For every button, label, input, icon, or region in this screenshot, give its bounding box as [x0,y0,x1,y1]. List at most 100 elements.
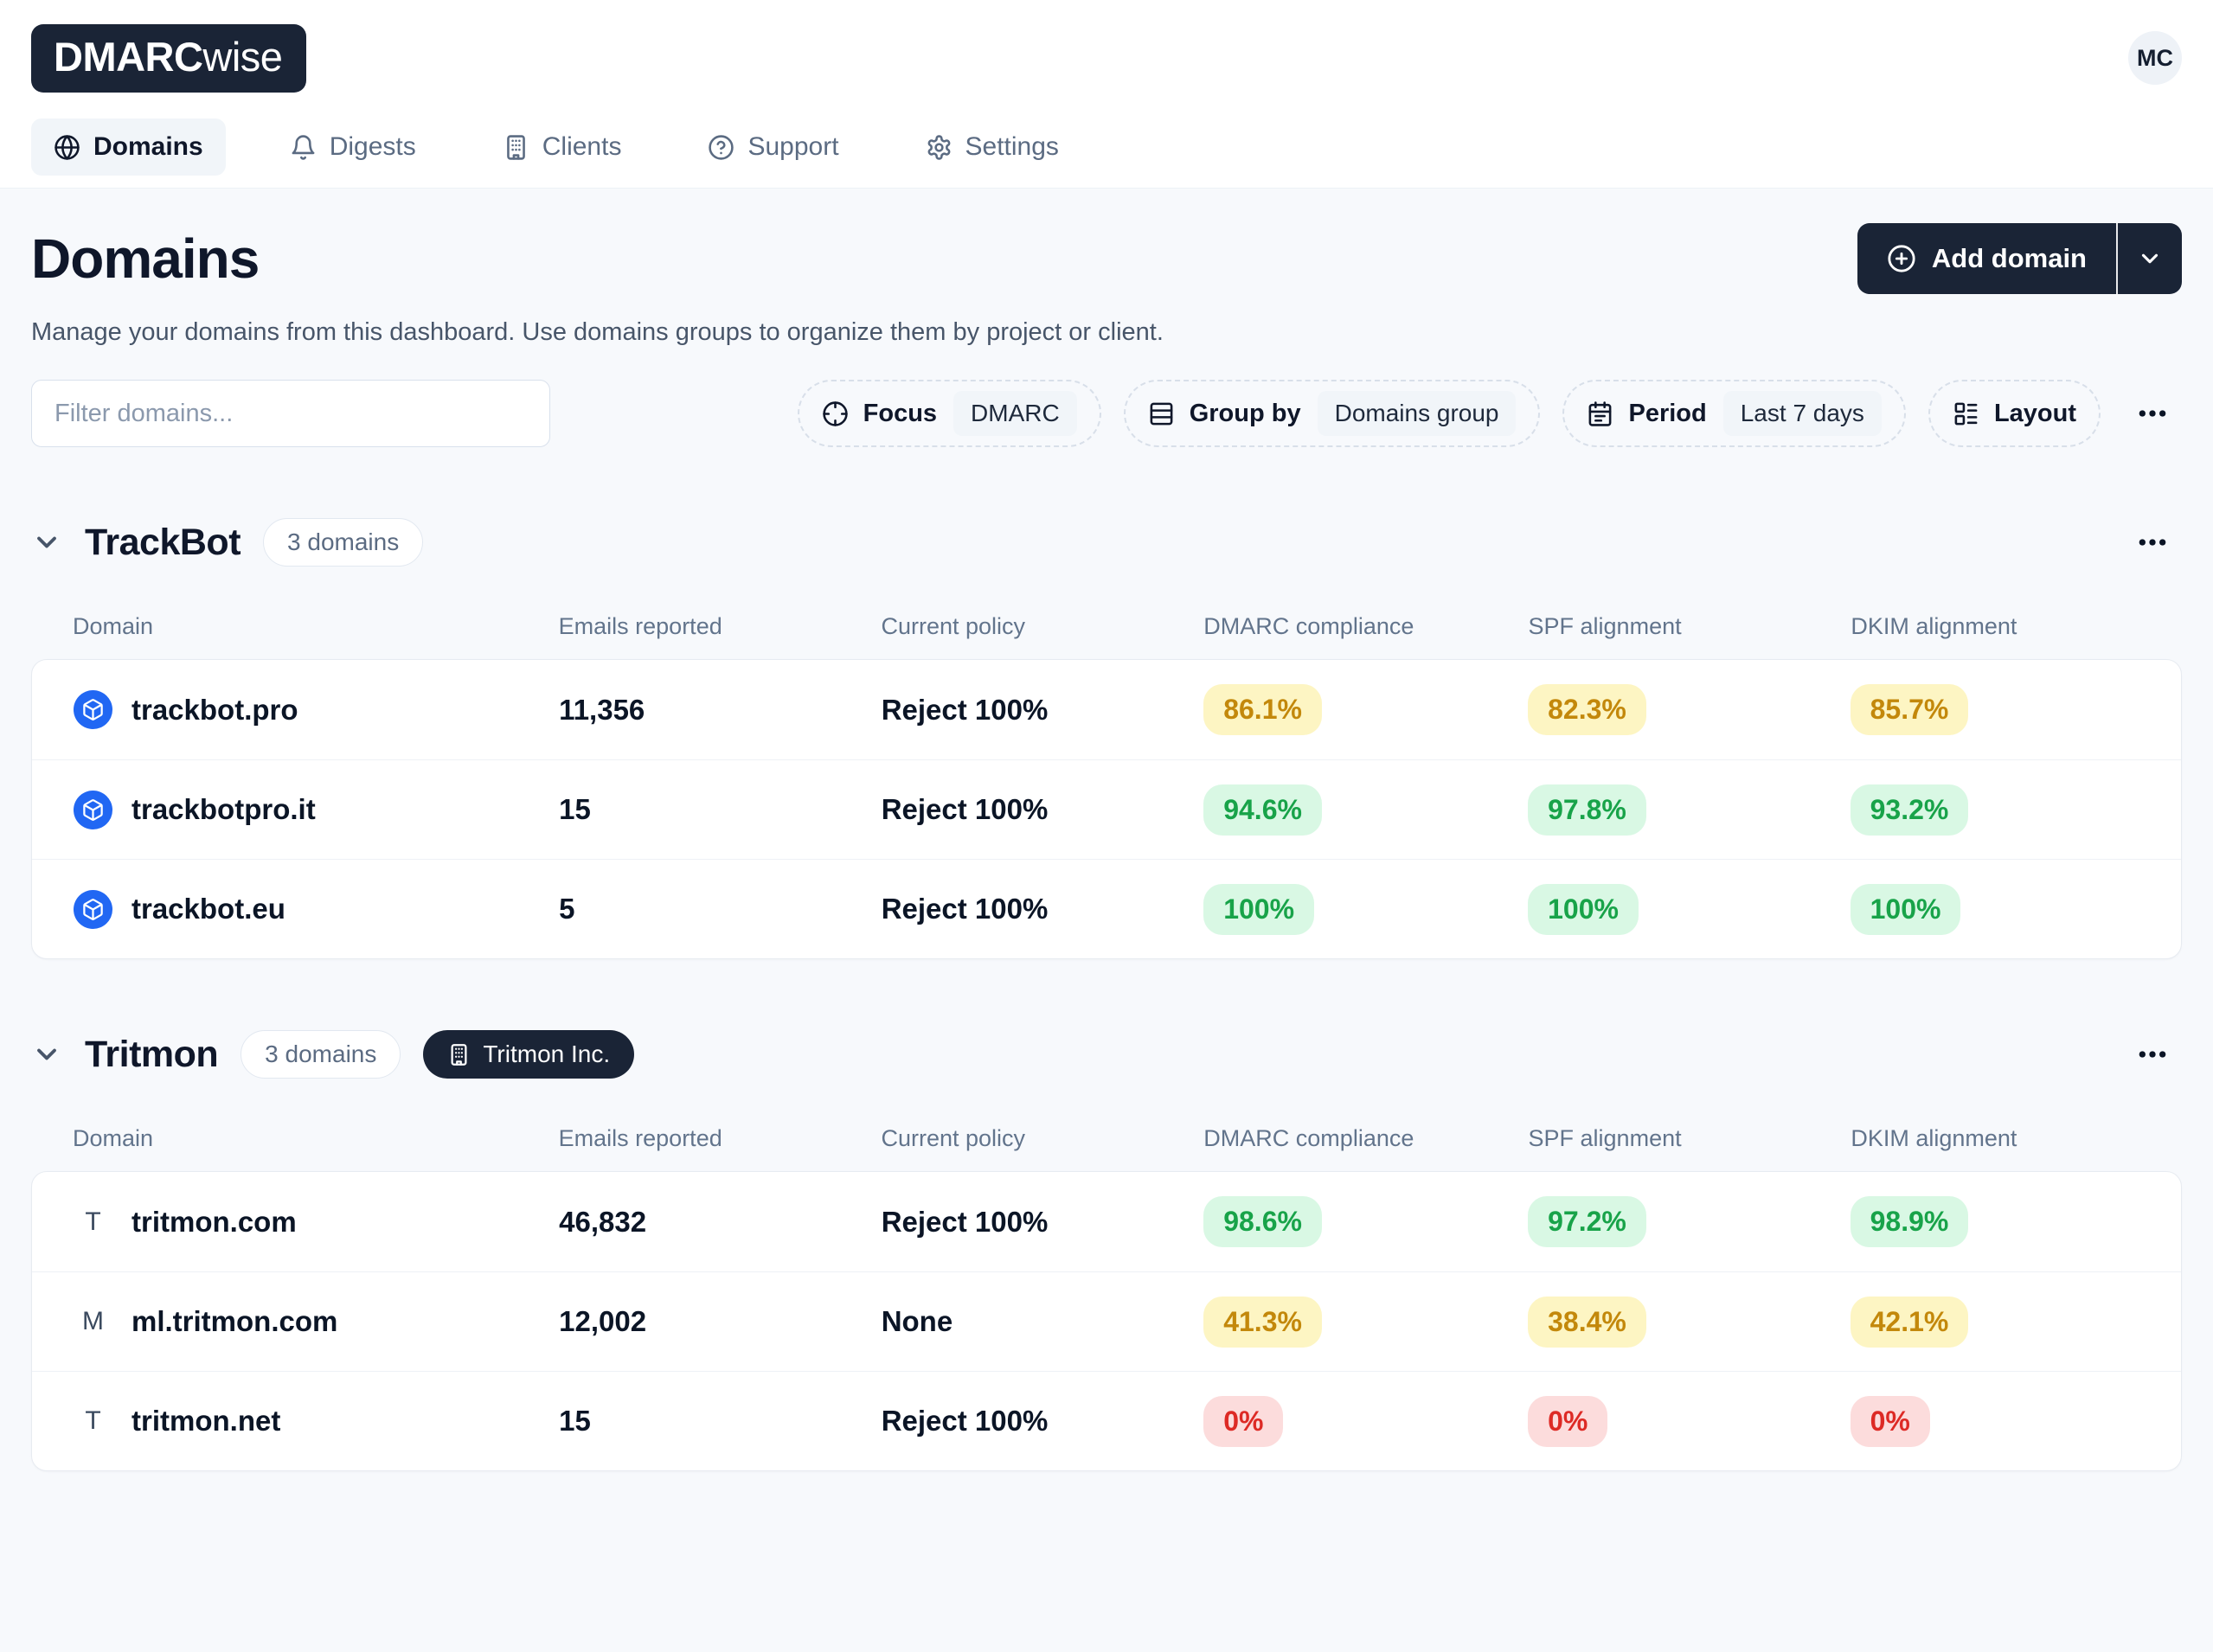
nav-label: Support [747,132,838,162]
column-header-spf: SPF alignment [1529,613,1851,640]
emails-cell: 15 [559,793,882,826]
column-header-emails: Emails reported [559,613,882,640]
toolbar-more-button[interactable] [2123,384,2182,443]
emails-cell: 15 [559,1405,882,1437]
group-by-value: Domains group [1318,391,1517,436]
nav-item-domains[interactable]: Domains [31,118,226,176]
package-icon [81,798,105,822]
spf-badge: 100% [1528,884,1639,935]
dmarc-badge: 94.6% [1203,784,1322,836]
group-count-label: 3 domains [265,1041,376,1067]
nav-label: Settings [965,132,1059,162]
add-domain-label: Add domain [1932,243,2087,274]
dkim-badge: 85.7% [1851,684,1969,735]
domain-label: trackbot.eu [131,893,285,925]
table-row[interactable]: T tritmon.com 46,832 Reject 100% 98.6% 9… [32,1172,2181,1271]
policy-cell: Reject 100% [882,793,1204,826]
add-domain-split-button: Add domain [1857,223,2182,294]
table-header-row: Domain Emails reported Current policy DM… [31,1125,2182,1152]
brand-light: wise [202,33,282,80]
table-header-row: Domain Emails reported Current policy DM… [31,613,2182,640]
group-more-button[interactable] [2123,1025,2182,1084]
group-name: Tritmon [85,1034,218,1076]
table-row[interactable]: M ml.tritmon.com 12,002 None 41.3% 38.4%… [32,1271,2181,1371]
column-header-dmarc: DMARC compliance [1203,1125,1528,1152]
top-bar: DMARCwise MC Domains Digests Clients Sup… [0,0,2213,189]
main-content: Domains Add domain Manage your domains f… [0,189,2213,1471]
building-icon [503,134,529,161]
domain-cell: T tritmon.net [74,1405,559,1437]
dmarc-badge: 100% [1203,884,1314,935]
domain-group: TrackBot 3 domains Domain Emails reporte… [31,513,2182,959]
spf-badge: 0% [1528,1396,1607,1447]
domain-cell: M ml.tritmon.com [74,1305,559,1338]
ellipsis-icon [2135,396,2170,431]
focus-filter-button[interactable]: Focus DMARC [798,380,1101,447]
package-icon [81,898,105,921]
main-nav: Domains Digests Clients Support Settings [31,118,2182,188]
column-header-spf: SPF alignment [1529,1125,1851,1152]
dmarc-badge: 41.3% [1203,1297,1322,1348]
toolbar: Focus DMARC Group by Domains group Perio… [31,380,2182,447]
group-collapse-chevron-icon[interactable] [31,1039,62,1070]
domain-label: ml.tritmon.com [131,1305,337,1338]
table-body: T tritmon.com 46,832 Reject 100% 98.6% 9… [31,1171,2182,1471]
column-header-emails: Emails reported [559,1125,882,1152]
nav-item-clients[interactable]: Clients [480,118,645,176]
spf-badge: 97.2% [1528,1196,1646,1247]
column-header-policy: Current policy [881,613,1203,640]
dmarc-badge: 98.6% [1203,1196,1322,1247]
period-filter-button[interactable]: Period Last 7 days [1562,380,1905,447]
table-row[interactable]: T tritmon.net 15 Reject 100% 0% 0% 0% [32,1371,2181,1470]
add-domain-menu-button[interactable] [2116,223,2182,294]
ellipsis-icon [2135,1037,2170,1072]
page-subtitle: Manage your domains from this dashboard.… [31,318,2182,347]
nav-item-digests[interactable]: Digests [267,118,439,176]
policy-cell: Reject 100% [882,893,1204,925]
group-name: TrackBot [85,522,241,564]
brand-logo: DMARCwise [31,24,306,93]
rows-icon [1148,400,1175,427]
period-value: Last 7 days [1723,391,1882,436]
domain-group: Tritmon 3 domains Tritmon Inc. Domain Em… [31,1025,2182,1471]
gear-icon [926,134,953,161]
table-row[interactable]: trackbotpro.it 15 Reject 100% 94.6% 97.8… [32,759,2181,859]
domain-cell: trackbot.pro [74,690,559,729]
table-row[interactable]: trackbot.eu 5 Reject 100% 100% 100% 100% [32,859,2181,958]
domain-cell: trackbotpro.it [74,791,559,829]
domain-favicon [74,890,112,929]
group-more-button[interactable] [2123,513,2182,572]
layout-label: Layout [1994,400,2076,428]
help-circle-icon [708,134,734,161]
chevron-down-icon [2137,246,2163,272]
group-count-badge: 3 domains [241,1030,401,1079]
domain-label: trackbotpro.it [131,793,316,826]
nav-item-support[interactable]: Support [685,118,861,176]
page-title: Domains [31,227,259,291]
add-domain-button[interactable]: Add domain [1857,223,2116,294]
crosshair-icon [822,400,849,427]
table-row[interactable]: trackbot.pro 11,356 Reject 100% 86.1% 82… [32,660,2181,759]
column-header-domain: Domain [73,1125,559,1152]
policy-cell: Reject 100% [882,694,1204,727]
dmarc-badge: 0% [1203,1396,1283,1447]
domain-label: tritmon.com [131,1206,297,1239]
group-by-label: Group by [1190,400,1301,428]
group-collapse-chevron-icon[interactable] [31,527,62,558]
group-by-filter-button[interactable]: Group by Domains group [1124,380,1541,447]
emails-cell: 5 [559,893,882,925]
user-avatar[interactable]: MC [2128,31,2182,85]
spf-badge: 82.3% [1528,684,1646,735]
period-label: Period [1628,400,1706,428]
focus-label: Focus [863,400,937,428]
column-header-domain: Domain [73,613,559,640]
filter-domains-input[interactable] [31,380,550,447]
building-icon [447,1043,471,1066]
group-count-label: 3 domains [287,528,399,555]
group-org-badge: Tritmon Inc. [423,1030,634,1079]
nav-item-settings[interactable]: Settings [903,118,1081,176]
emails-cell: 11,356 [559,694,882,727]
layout-button[interactable]: Layout [1928,380,2101,447]
group-count-badge: 3 domains [263,518,423,567]
brand-bold: DMARC [54,33,202,80]
